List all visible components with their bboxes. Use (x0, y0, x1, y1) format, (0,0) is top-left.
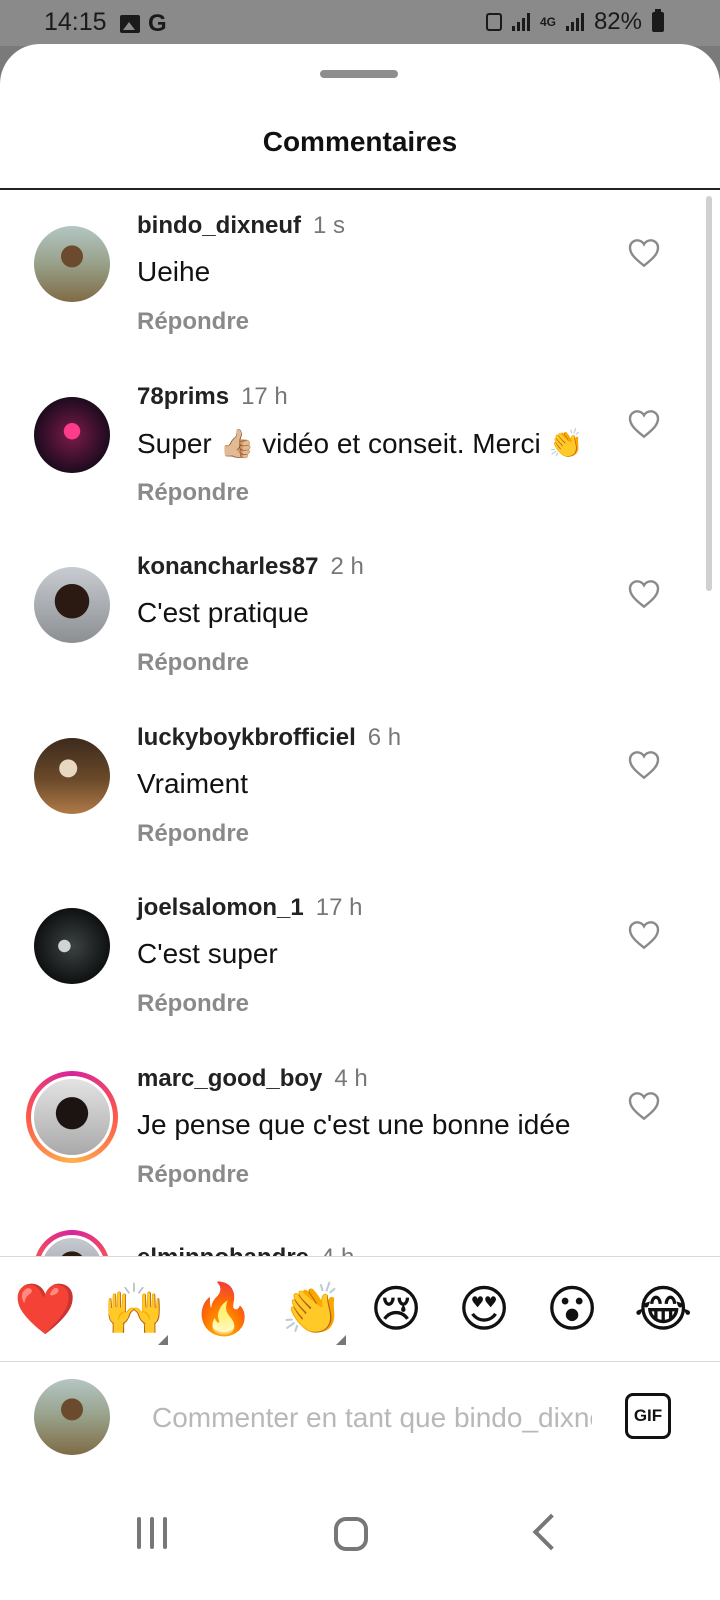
comments-sheet: Commentaires bindo_dixneuf 1 s Ueihe Répo… (0, 44, 720, 1600)
reply-button[interactable]: Répondre (137, 649, 249, 677)
comment-time: 17 h (315, 894, 363, 921)
comment-item: marc_good_boy 4 h Je pense que c'est une … (0, 1043, 720, 1213)
reply-button[interactable]: Répondre (137, 308, 249, 336)
recent-apps-icon[interactable] (137, 1517, 167, 1549)
avatar (31, 1076, 113, 1158)
comment-time: 4 h (334, 1065, 368, 1092)
comment-username[interactable]: 78prims (137, 383, 229, 410)
heart-icon[interactable] (628, 409, 660, 439)
comment-time: 1 s (313, 212, 346, 239)
emoji-clap[interactable]: 👏 (281, 1279, 343, 1339)
sim-icon (485, 13, 502, 31)
heart-icon[interactable] (628, 920, 660, 950)
google-icon: G (148, 10, 167, 37)
comment-time: 4 h (321, 1244, 354, 1256)
comment-item: joelsalomon_1 17 h C'est super Répondre (0, 872, 720, 1042)
comment-item: luckyboykbrofficiel 6 h Vraiment Répondre (0, 702, 720, 872)
system-nav-bar (0, 1475, 720, 1600)
status-bar: 14:15 G 4G 82% (0, 0, 720, 46)
comment-username[interactable]: elminnohandre (137, 1244, 309, 1256)
sheet-title: Commentaires (262, 126, 458, 157)
my-avatar (34, 1379, 110, 1455)
reply-button[interactable]: Répondre (137, 1161, 249, 1189)
status-time: 14:15 (44, 8, 107, 36)
comment-item: 78prims 17 h Super 👍🏼 vidéo et conseit. M… (0, 361, 720, 531)
emoji-quick-bar: ❤️ 🙌 🔥 👏 😢 😍 😮 😂 (0, 1256, 720, 1362)
avatar (39, 1235, 105, 1256)
emoji-heart[interactable]: ❤️ (14, 1279, 76, 1339)
comment-text: Super 👍🏼 vidéo et conseit. Merci 👏 (137, 428, 584, 459)
comment-username[interactable]: konancharles87 (137, 553, 318, 580)
avatar-story-ring[interactable] (26, 1071, 118, 1163)
comment-time: 6 h (367, 724, 402, 751)
comment-time: 2 h (330, 553, 364, 580)
emoji-fire[interactable]: 🔥 (192, 1279, 254, 1339)
image-icon (120, 15, 140, 33)
drag-handle[interactable] (320, 70, 398, 78)
comment-username[interactable]: joelsalomon_1 (137, 894, 304, 921)
avatar-story-ring[interactable] (34, 1230, 110, 1256)
emoji-heart-eyes[interactable]: 😍 (458, 1279, 510, 1339)
comment-text: Ueihe (137, 256, 211, 287)
heart-icon[interactable] (628, 238, 660, 268)
avatar[interactable] (34, 738, 110, 814)
heart-icon[interactable] (628, 750, 660, 780)
skin-tone-indicator (336, 1335, 346, 1345)
comment-username[interactable]: marc_good_boy (137, 1065, 322, 1092)
signal-icon (565, 13, 584, 31)
heart-icon[interactable] (628, 1091, 660, 1121)
comment-text: Vraiment (137, 768, 249, 799)
reply-button[interactable]: Répondre (137, 479, 249, 507)
back-icon[interactable] (532, 1513, 570, 1551)
skin-tone-indicator (158, 1335, 168, 1345)
emoji-surprised[interactable]: 😮 (546, 1279, 598, 1339)
comment-time: 17 h (241, 383, 288, 410)
battery-icon (652, 9, 664, 32)
heart-icon[interactable] (628, 579, 660, 609)
comment-username[interactable]: bindo_dixneuf (137, 212, 301, 239)
emoji-laughing[interactable]: 😂 (634, 1279, 692, 1339)
reply-button[interactable]: Répondre (137, 990, 249, 1018)
network-type: 4G (539, 15, 556, 29)
battery-percentage: 82% (593, 8, 642, 35)
comment-composer: GIF (0, 1361, 720, 1475)
comment-input[interactable] (150, 1391, 594, 1445)
comment-item: konancharles87 2 h C'est pratique Répondr… (0, 531, 720, 701)
avatar[interactable] (34, 226, 110, 302)
comment-text: C'est super (137, 938, 278, 969)
comment-username[interactable]: luckyboykbrofficiel (137, 724, 356, 751)
comment-text: Je pense que c'est une bonne idée (137, 1109, 571, 1140)
avatar[interactable] (34, 908, 110, 984)
home-icon[interactable] (334, 1517, 368, 1551)
reply-button[interactable]: Répondre (137, 820, 249, 848)
emoji-raised-hands[interactable]: 🙌 (103, 1279, 165, 1339)
signal-icon (511, 13, 530, 31)
gif-button[interactable]: GIF (625, 1393, 671, 1439)
emoji-sad[interactable]: 😢 (370, 1279, 422, 1339)
comment-text: C'est pratique (137, 597, 309, 628)
comment-item: bindo_dixneuf 1 s Ueihe Répondre (0, 190, 720, 360)
avatar[interactable] (34, 567, 110, 643)
comments-list[interactable]: bindo_dixneuf 1 s Ueihe Répondre 78prims 1… (0, 190, 720, 1256)
avatar[interactable] (34, 397, 110, 473)
